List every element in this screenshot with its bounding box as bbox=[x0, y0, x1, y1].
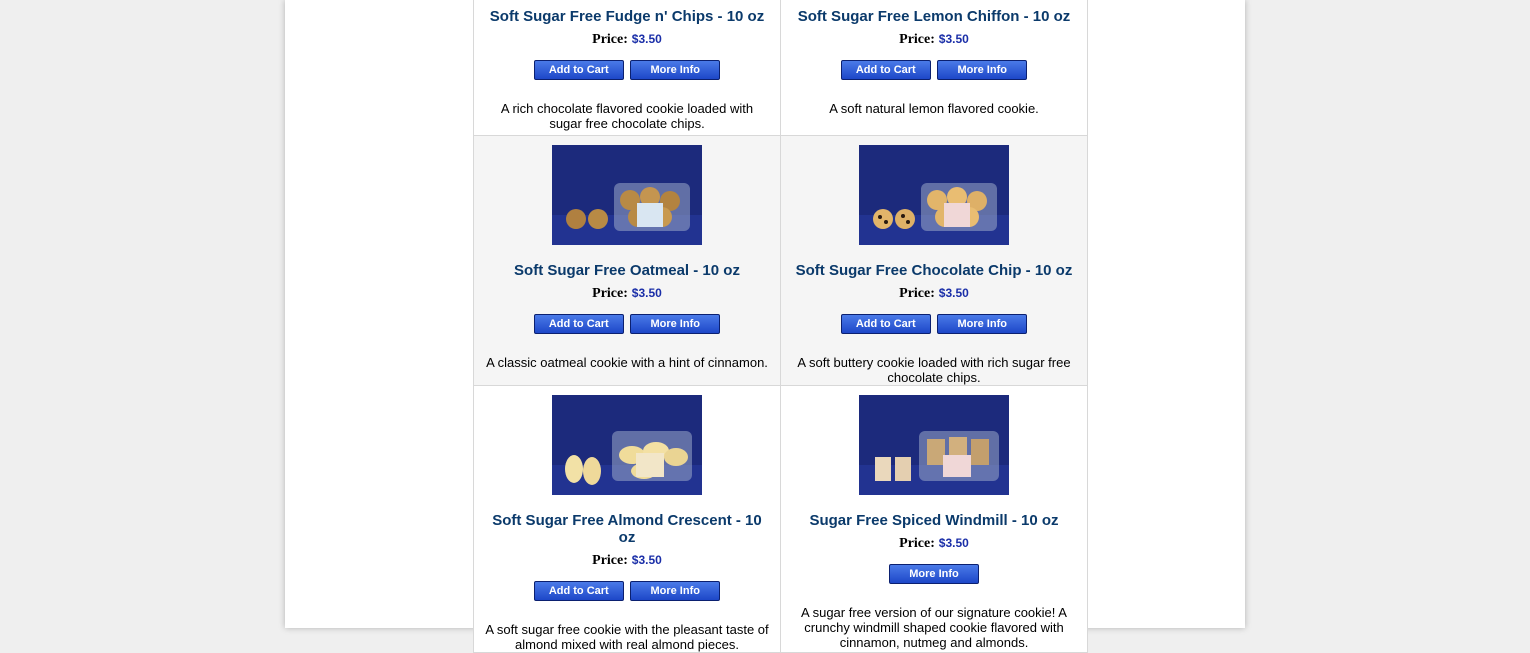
product-cell: Soft Sugar Free Almond Crescent - 10 oz … bbox=[473, 385, 781, 653]
product-actions: Add to Cart More Info bbox=[474, 60, 780, 80]
price-value: $3.50 bbox=[631, 32, 662, 46]
price-value: $3.50 bbox=[938, 286, 969, 300]
price-label: Price: bbox=[592, 32, 628, 47]
product-image[interactable] bbox=[859, 145, 1009, 245]
product-actions: Add to Cart More Info bbox=[781, 314, 1087, 334]
price-line: Price: $3.50 bbox=[474, 550, 780, 570]
product-description: A soft sugar free cookie with the pleasa… bbox=[485, 622, 769, 652]
product-title[interactable]: Soft Sugar Free Almond Crescent - 10 oz bbox=[482, 512, 772, 546]
add-to-cart-button[interactable]: Add to Cart bbox=[533, 60, 624, 80]
price-line: Price: $3.50 bbox=[781, 29, 1087, 49]
add-to-cart-button[interactable]: Add to Cart bbox=[840, 314, 931, 334]
price-line: Price: $3.50 bbox=[474, 29, 780, 49]
product-image[interactable] bbox=[552, 145, 702, 245]
more-info-button[interactable]: More Info bbox=[889, 564, 979, 584]
price-line: Price: $3.50 bbox=[781, 533, 1087, 553]
product-grid: Soft Sugar Free Fudge n' Chips - 10 oz P… bbox=[473, 0, 1088, 653]
product-title[interactable]: Soft Sugar Free Oatmeal - 10 oz bbox=[482, 262, 772, 279]
more-info-button[interactable]: More Info bbox=[630, 314, 721, 334]
product-cell: Soft Sugar Free Oatmeal - 10 oz Price: $… bbox=[473, 135, 781, 386]
price-value: $3.50 bbox=[631, 286, 662, 300]
product-title[interactable]: Soft Sugar Free Fudge n' Chips - 10 oz bbox=[482, 8, 772, 25]
product-description: A rich chocolate flavored cookie loaded … bbox=[500, 101, 754, 131]
product-row: Soft Sugar Free Oatmeal - 10 oz Price: $… bbox=[473, 135, 1088, 386]
product-image[interactable] bbox=[859, 395, 1009, 495]
product-description: A soft buttery cookie loaded with rich s… bbox=[797, 355, 1071, 385]
product-actions: Add to Cart More Info bbox=[474, 314, 780, 334]
product-cell: Soft Sugar Free Fudge n' Chips - 10 oz P… bbox=[473, 0, 781, 136]
price-label: Price: bbox=[899, 536, 935, 551]
price-label: Price: bbox=[592, 553, 628, 568]
price-label: Price: bbox=[592, 286, 628, 301]
product-actions: Add to Cart More Info bbox=[474, 581, 780, 601]
price-value: $3.50 bbox=[938, 32, 969, 46]
add-to-cart-button[interactable]: Add to Cart bbox=[533, 314, 624, 334]
price-value: $3.50 bbox=[938, 536, 969, 550]
product-description: A classic oatmeal cookie with a hint of … bbox=[486, 355, 768, 370]
price-label: Price: bbox=[899, 286, 935, 301]
product-description: A soft natural lemon flavored cookie. bbox=[829, 101, 1039, 116]
product-cell: Sugar Free Spiced Windmill - 10 oz Price… bbox=[780, 385, 1088, 653]
price-line: Price: $3.50 bbox=[474, 283, 780, 303]
product-title[interactable]: Soft Sugar Free Chocolate Chip - 10 oz bbox=[789, 262, 1079, 279]
price-line: Price: $3.50 bbox=[781, 283, 1087, 303]
product-row: Soft Sugar Free Fudge n' Chips - 10 oz P… bbox=[473, 0, 1088, 136]
product-cell: Soft Sugar Free Lemon Chiffon - 10 oz Pr… bbox=[780, 0, 1088, 136]
more-info-button[interactable]: More Info bbox=[630, 60, 721, 80]
add-to-cart-button[interactable]: Add to Cart bbox=[840, 60, 931, 80]
price-label: Price: bbox=[899, 32, 935, 47]
page-container: Soft Sugar Free Fudge n' Chips - 10 oz P… bbox=[285, 0, 1245, 653]
product-title[interactable]: Soft Sugar Free Lemon Chiffon - 10 oz bbox=[789, 8, 1079, 25]
more-info-button[interactable]: More Info bbox=[937, 60, 1028, 80]
product-actions: Add to Cart More Info bbox=[781, 60, 1087, 80]
more-info-button[interactable]: More Info bbox=[937, 314, 1028, 334]
add-to-cart-button[interactable]: Add to Cart bbox=[533, 581, 624, 601]
product-image[interactable] bbox=[552, 395, 702, 495]
price-value: $3.50 bbox=[631, 553, 662, 567]
product-title[interactable]: Sugar Free Spiced Windmill - 10 oz bbox=[789, 512, 1079, 529]
product-cell: Soft Sugar Free Chocolate Chip - 10 oz P… bbox=[780, 135, 1088, 386]
more-info-button[interactable]: More Info bbox=[630, 581, 721, 601]
product-row: Soft Sugar Free Almond Crescent - 10 oz … bbox=[473, 385, 1088, 653]
product-actions: More Info bbox=[781, 564, 1087, 584]
